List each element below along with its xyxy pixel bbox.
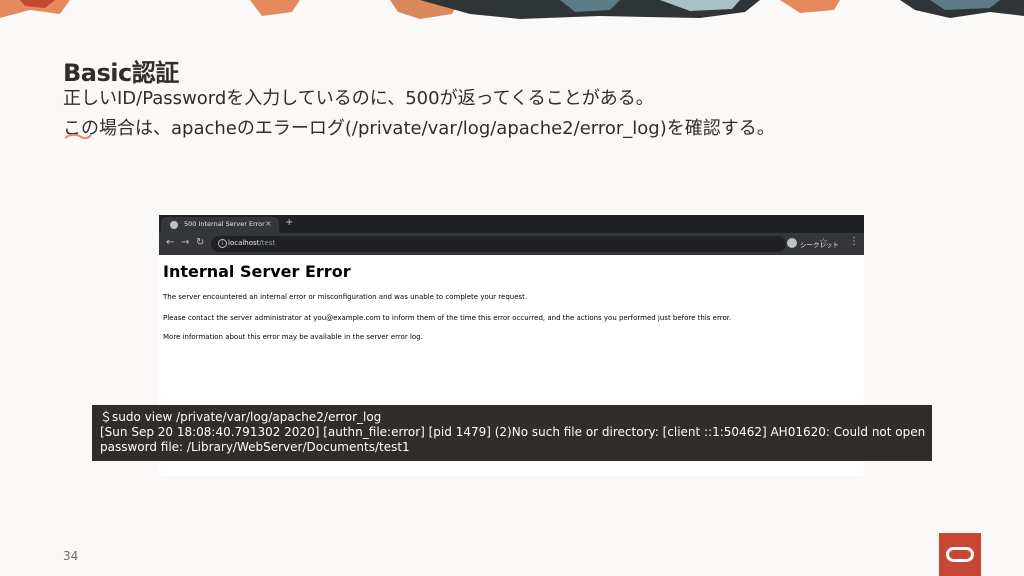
back-icon[interactable]: ←: [166, 237, 174, 248]
incognito-icon[interactable]: [787, 238, 797, 248]
url-text: localhost/test: [228, 239, 275, 247]
error-paragraph-1: The server encountered an internal error…: [163, 293, 528, 301]
terminal-output-line-2: password file: /Library/WebServer/Docume…: [100, 440, 410, 454]
reload-icon[interactable]: ↻: [196, 237, 204, 248]
new-tab-icon[interactable]: +: [285, 217, 293, 228]
forward-icon[interactable]: →: [181, 237, 189, 248]
browser-toolbar: ← → ↻ i localhost/test ☆ シークレット ⋮: [159, 233, 864, 255]
terminal-command: ＄sudo view /private/var/log/apache2/erro…: [100, 410, 382, 424]
decorative-header-band: [0, 0, 1024, 20]
globe-icon: [170, 221, 178, 229]
accent-swoosh: [64, 133, 92, 140]
tab-title: 500 Internal Server Error: [184, 220, 265, 228]
slide-title: Basic認証: [63, 59, 179, 87]
error-paragraph-2: Please contact the server administrator …: [163, 314, 732, 322]
error-heading: Internal Server Error: [163, 262, 351, 281]
oracle-logo: [939, 533, 981, 576]
slide-description-line-2: この場合は、apacheのエラーログ(/private/var/log/apac…: [63, 118, 775, 139]
logo-ring-icon: [946, 547, 974, 562]
close-icon[interactable]: ×: [265, 219, 272, 228]
terminal-log-box: ＄sudo view /private/var/log/apache2/erro…: [92, 405, 932, 461]
terminal-output-line-1: [Sun Sep 20 18:08:40.791302 2020] [authn…: [100, 425, 926, 439]
page-number: 34: [63, 549, 79, 563]
url-host: localhost: [228, 239, 260, 247]
slide-description-line-1: 正しいID/Passwordを入力しているのに、500が返ってくることがある。: [63, 88, 654, 109]
info-icon[interactable]: i: [218, 239, 227, 248]
menu-icon[interactable]: ⋮: [849, 236, 859, 247]
browser-tab[interactable]: 500 Internal Server Error ×: [161, 217, 279, 233]
address-bar[interactable]: i localhost/test ☆: [211, 236, 828, 252]
incognito-label[interactable]: シークレット: [800, 239, 839, 249]
tab-bar: 500 Internal Server Error × +: [159, 215, 864, 233]
url-path: /test: [259, 239, 276, 247]
error-paragraph-3: More information about this error may be…: [163, 333, 423, 341]
